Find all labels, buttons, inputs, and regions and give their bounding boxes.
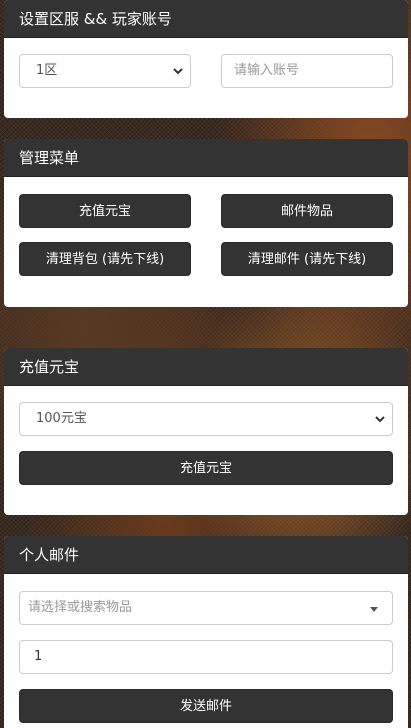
personal-mail-panel: 个人邮件 请选择或搜索物品 1 发送邮件 [4, 536, 408, 728]
recharge-ingot-button[interactable]: 充值元宝 [19, 194, 191, 228]
server-account-panel: 设置区服 && 玩家账号 1区 请输入账号 [4, 0, 408, 118]
panel-title: 设置区服 && 玩家账号 [4, 0, 408, 38]
recharge-panel: 充值元宝 100元宝 充值元宝 [4, 348, 408, 515]
quantity-input[interactable]: 1 [19, 640, 393, 674]
account-input[interactable]: 请输入账号 [221, 54, 393, 88]
amount-select[interactable]: 100元宝 [19, 402, 393, 436]
management-menu-panel: 管理菜单 充值元宝 邮件物品 清理背包 (请先下线) 清理邮件 (请先下线) [4, 139, 408, 307]
panel-title: 管理菜单 [4, 139, 408, 177]
recharge-submit-button[interactable]: 充值元宝 [19, 451, 393, 485]
clear-mail-button[interactable]: 清理邮件 (请先下线) [221, 242, 393, 276]
quantity-value: 1 [34, 649, 43, 664]
panel-title: 充值元宝 [4, 348, 408, 386]
send-mail-button[interactable]: 发送邮件 [19, 689, 393, 723]
item-search-combobox[interactable]: 请选择或搜索物品 [19, 591, 393, 625]
account-input-placeholder: 请输入账号 [234, 63, 300, 78]
caret-down-icon [370, 607, 378, 612]
server-select[interactable]: 1区 [19, 54, 191, 88]
amount-select-value: 100元宝 [36, 411, 87, 426]
clear-bag-button[interactable]: 清理背包 (请先下线) [19, 242, 191, 276]
item-search-placeholder: 请选择或搜索物品 [28, 600, 133, 615]
chevron-down-icon [375, 416, 385, 423]
panel-title: 个人邮件 [4, 536, 408, 574]
server-select-value: 1区 [36, 63, 58, 78]
mail-items-button[interactable]: 邮件物品 [221, 194, 393, 228]
chevron-down-icon [173, 68, 183, 75]
